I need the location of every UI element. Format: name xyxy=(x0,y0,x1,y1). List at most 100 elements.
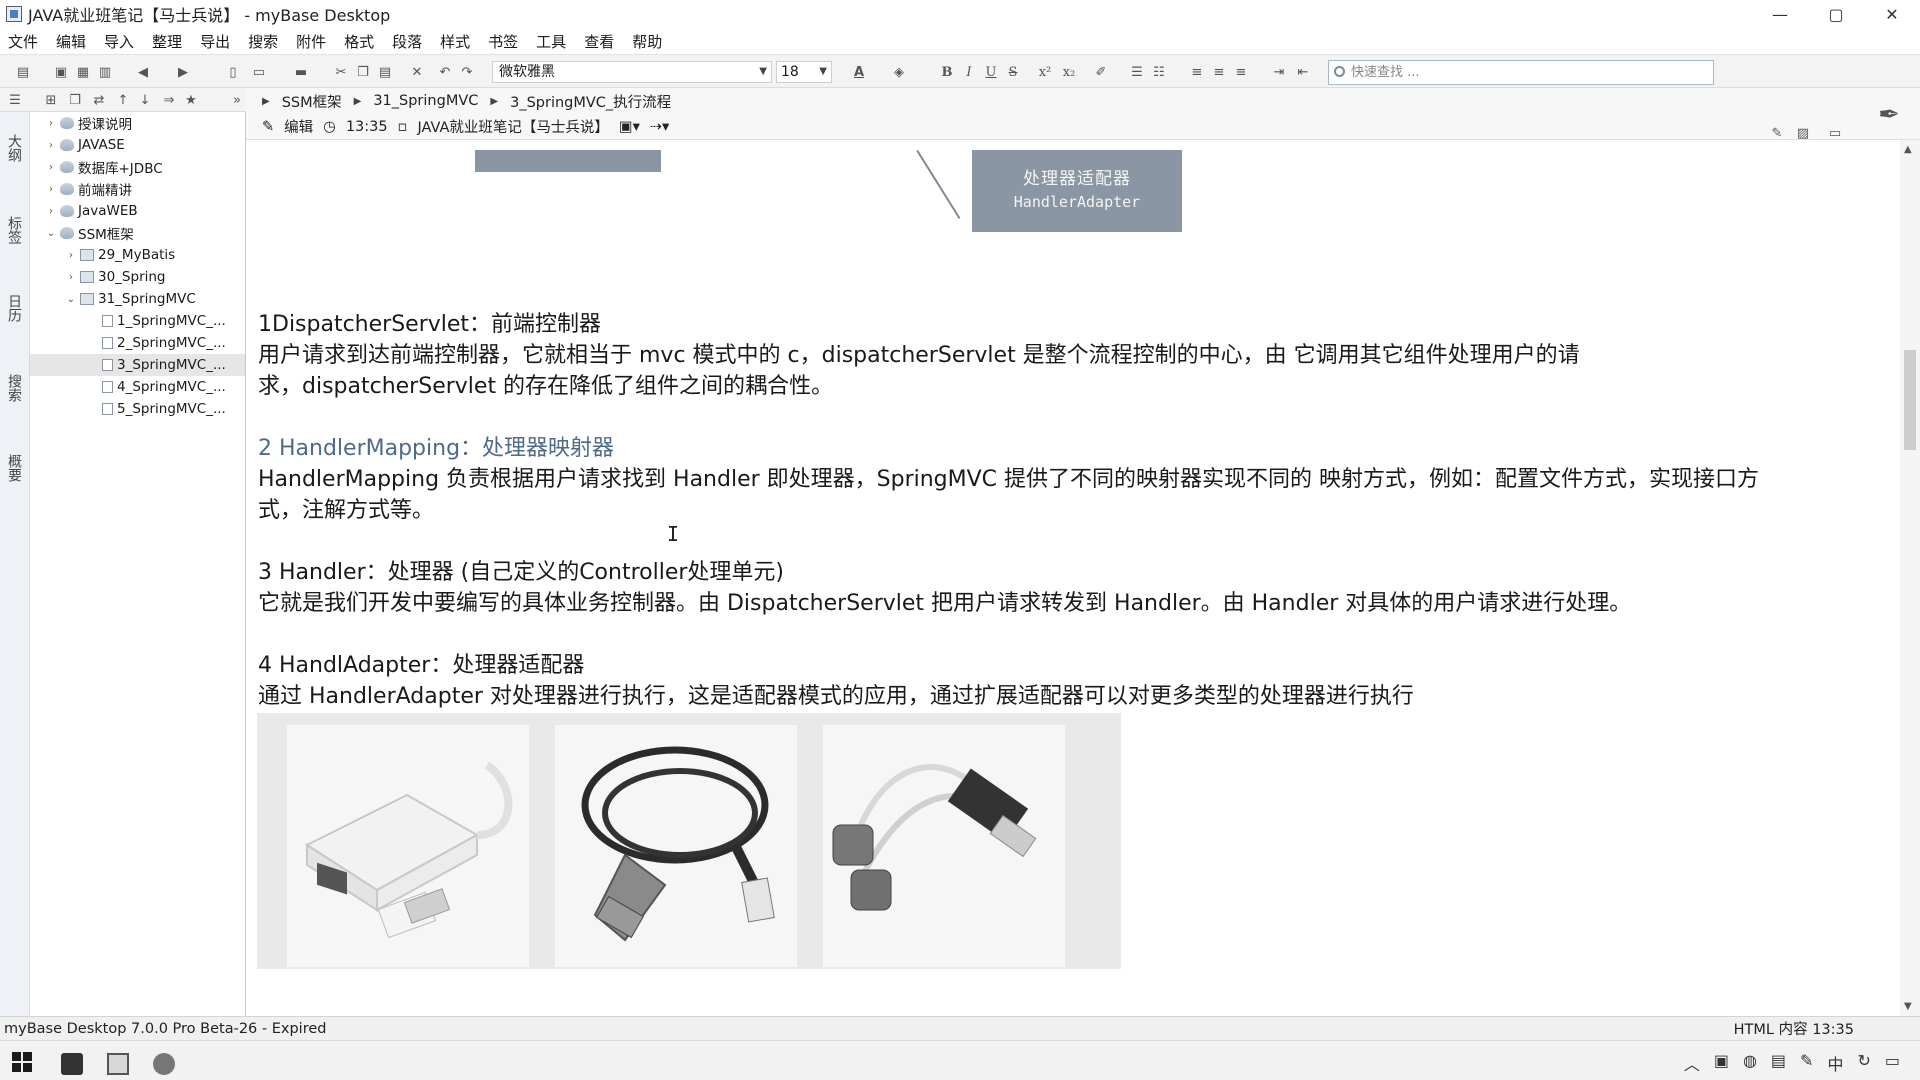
scroll-up-icon[interactable]: ▲ xyxy=(1904,144,1912,155)
scrollbar-thumb[interactable] xyxy=(1904,350,1916,450)
tab-overview[interactable]: 概要 xyxy=(6,454,24,482)
tree-up-icon[interactable]: ↑ xyxy=(114,91,132,109)
menu-format[interactable]: 格式 xyxy=(344,31,374,52)
quick-search-input[interactable]: 快速查找 ... xyxy=(1328,60,1714,85)
network-icon[interactable]: ◍ xyxy=(1743,1051,1757,1075)
superscript-icon[interactable]: x² xyxy=(1036,63,1054,81)
breadcrumb-item[interactable]: 3_SpringMVC_执行流程 xyxy=(510,91,671,112)
menu-import[interactable]: 导入 xyxy=(104,31,134,52)
font-family-select[interactable]: 微软雅黑 ▼ xyxy=(492,61,772,83)
tree-item[interactable]: 2_SpringMVC_... xyxy=(30,332,245,354)
back-icon[interactable]: ◀ xyxy=(134,63,152,81)
chevron-down-icon[interactable]: ⌄ xyxy=(64,294,78,305)
redo-icon[interactable]: ↷ xyxy=(458,63,476,81)
bold-icon[interactable]: B xyxy=(938,63,956,81)
italic-icon[interactable]: I xyxy=(960,63,978,81)
tree-add-icon[interactable]: ⊞ xyxy=(42,91,60,109)
share-dropdown-icon[interactable]: ⇢▾ xyxy=(650,119,669,135)
tab-tags[interactable]: 标签 xyxy=(6,216,24,244)
tree-item[interactable]: 4_SpringMVC_... xyxy=(30,376,245,398)
chevron-right-icon[interactable]: › xyxy=(64,272,78,283)
tree-item[interactable]: 5_SpringMVC_... xyxy=(30,398,245,420)
restore-button[interactable]: ▢ xyxy=(1808,0,1864,28)
chevron-up-icon[interactable]: ︿ xyxy=(1684,1051,1700,1075)
panel-icon[interactable]: ▭ xyxy=(250,63,268,81)
tree-item[interactable]: › 30_Spring xyxy=(30,266,245,288)
tree-item[interactable]: › JAVASE xyxy=(30,134,245,156)
edit-icon[interactable]: ✎ xyxy=(262,119,274,135)
undo-icon[interactable]: ↶ xyxy=(436,63,454,81)
tree-item-selected[interactable]: 3_SpringMVC_... xyxy=(30,354,245,376)
tree-item[interactable]: › 29_MyBatis xyxy=(30,244,245,266)
align-right-icon[interactable]: ≡ xyxy=(1232,63,1250,81)
cut-icon[interactable]: ✂ xyxy=(332,63,350,81)
tree-item[interactable]: › 前端精讲 xyxy=(30,178,245,200)
menu-tools[interactable]: 工具 xyxy=(536,31,566,52)
menu-bookmarks[interactable]: 书签 xyxy=(488,31,518,52)
close-button[interactable]: ✕ xyxy=(1864,0,1920,28)
menu-help[interactable]: 帮助 xyxy=(632,31,662,52)
layout-icon[interactable]: ▯ xyxy=(224,63,242,81)
menu-view[interactable]: 查看 xyxy=(584,31,614,52)
insert-icon[interactable]: ▬ xyxy=(292,63,310,81)
menu-search[interactable]: 搜索 xyxy=(248,31,278,52)
breadcrumb-item[interactable]: 31_SpringMVC xyxy=(373,93,478,109)
delete-icon[interactable]: ✕ xyxy=(408,63,426,81)
taskbar-browser-icon[interactable] xyxy=(142,1047,186,1080)
menu-style[interactable]: 样式 xyxy=(440,31,470,52)
tab-search[interactable]: 搜索 xyxy=(6,374,24,402)
chevron-right-icon[interactable]: › xyxy=(44,184,58,195)
editor-scrollbar[interactable]: ▲ ▼ xyxy=(1900,140,1920,1016)
chevron-right-icon[interactable]: › xyxy=(64,250,78,261)
tab-outline[interactable]: 大纲 xyxy=(6,134,24,162)
subscript-icon[interactable]: x₂ xyxy=(1060,63,1078,81)
tree-item[interactable]: › 授课说明 xyxy=(30,112,245,134)
paste-icon[interactable]: ▤ xyxy=(376,63,394,81)
menu-export[interactable]: 导出 xyxy=(200,31,230,52)
copy-icon[interactable]: ❐ xyxy=(354,63,372,81)
sync-icon[interactable]: ↻ xyxy=(1857,1051,1870,1075)
chevron-down-icon[interactable]: ⌄ xyxy=(44,228,58,239)
underline-icon[interactable]: U xyxy=(982,63,1000,81)
tree-item[interactable]: ⌄ SSM框架 xyxy=(30,222,245,244)
edit-label[interactable]: 编辑 xyxy=(284,116,313,137)
minimize-button[interactable]: — xyxy=(1752,0,1808,28)
new-note-icon[interactable]: ▤ xyxy=(14,63,32,81)
ime-icon[interactable]: 中 xyxy=(1827,1051,1843,1075)
breadcrumb-item[interactable]: SSM框架 xyxy=(282,91,342,112)
highlight-icon[interactable]: ◈ xyxy=(890,63,908,81)
star-icon[interactable]: ★ xyxy=(182,91,200,109)
print-icon[interactable]: ▥ xyxy=(96,63,114,81)
indent-icon[interactable]: ⇥ xyxy=(1270,63,1288,81)
tree-goto-icon[interactable]: ⇒ xyxy=(160,91,178,109)
strikethrough-icon[interactable]: S xyxy=(1004,63,1022,81)
align-center-icon[interactable]: ≡ xyxy=(1210,63,1228,81)
taskbar-app-icon[interactable] xyxy=(50,1047,94,1080)
menu-organize[interactable]: 整理 xyxy=(152,31,182,52)
chevron-right-icon[interactable]: › xyxy=(44,162,58,173)
tree-more-icon[interactable]: » xyxy=(228,91,246,109)
menu-file[interactable]: 文件 xyxy=(8,31,38,52)
save-all-icon[interactable]: ▦ xyxy=(74,63,92,81)
numbered-list-icon[interactable]: ☰ xyxy=(1128,63,1146,81)
font-size-select[interactable]: 18 ▼ xyxy=(776,61,832,83)
tray-app-icon[interactable]: ▣ xyxy=(1714,1051,1729,1075)
chevron-right-icon[interactable]: › xyxy=(44,206,58,217)
tree-item[interactable]: › JavaWEB xyxy=(30,200,245,222)
tree-menu-icon[interactable]: ☰ xyxy=(6,91,24,109)
forward-icon[interactable]: ▶ xyxy=(174,63,192,81)
menu-paragraph[interactable]: 段落 xyxy=(392,31,422,52)
image-edit-icon[interactable]: ▨ xyxy=(1794,124,1812,142)
font-color-icon[interactable]: A xyxy=(850,63,868,81)
panel-toggle-icon[interactable]: ▭ xyxy=(1826,124,1844,142)
pen-icon[interactable]: ✎ xyxy=(1768,124,1786,142)
taskbar-mybase-icon[interactable] xyxy=(96,1047,140,1080)
menu-edit[interactable]: 编辑 xyxy=(56,31,86,52)
note-editor[interactable]: 处理器适配器 HandlerAdapter 1DispatcherServlet… xyxy=(252,140,1900,1016)
tab-calendar[interactable]: 日历 xyxy=(6,294,24,322)
chat-icon[interactable]: ▤ xyxy=(1771,1051,1786,1075)
bullet-list-icon[interactable]: ☷ xyxy=(1150,63,1168,81)
save-dropdown-icon[interactable]: ▣▾ xyxy=(619,119,640,135)
tree-move-icon[interactable]: ⇄ xyxy=(90,91,108,109)
outdent-icon[interactable]: ⇤ xyxy=(1294,63,1312,81)
